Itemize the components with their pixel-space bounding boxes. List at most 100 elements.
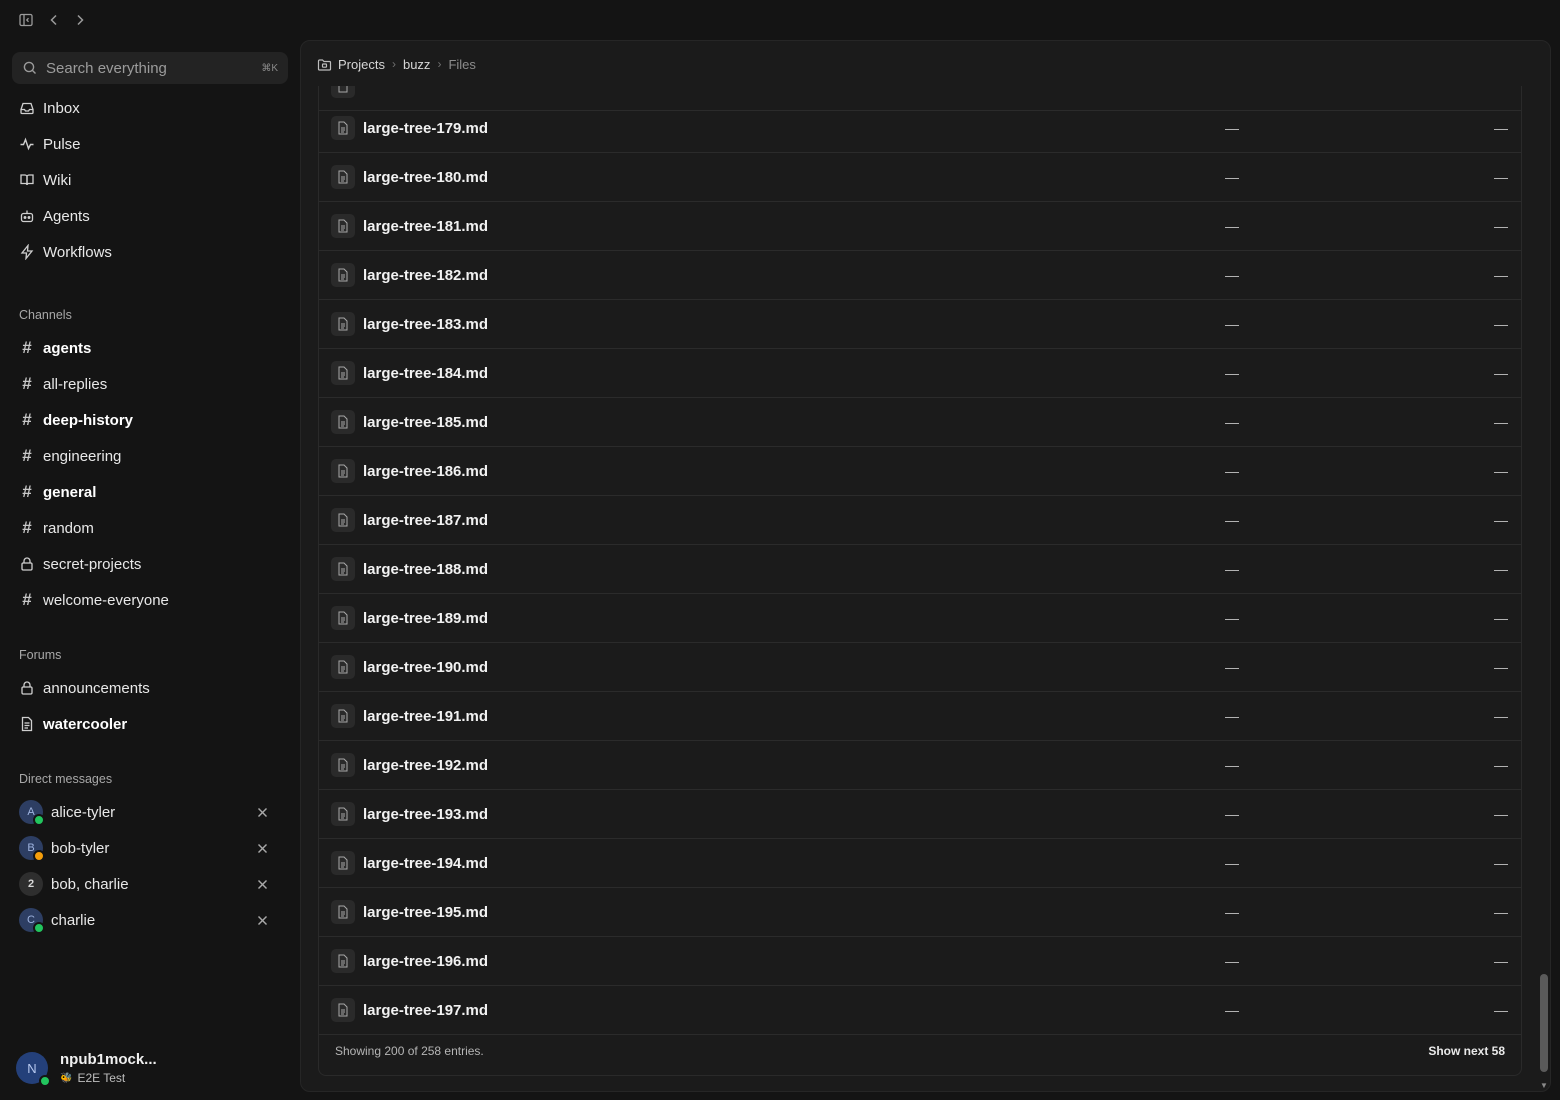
file-cell: — <box>1494 757 1508 773</box>
table-row[interactable]: large-tree-187.md — — <box>319 496 1521 545</box>
scroll-down-icon[interactable]: ▼ <box>1540 1082 1548 1090</box>
file-name[interactable]: large-tree-180.md <box>363 169 488 186</box>
lock-icon <box>19 556 35 572</box>
table-row[interactable]: large-tree-185.md — — <box>319 398 1521 447</box>
breadcrumb-projects[interactable]: Projects <box>338 57 385 72</box>
sidebar-toggle-icon[interactable] <box>16 10 36 30</box>
table-row[interactable]: large-tree-189.md — — <box>319 594 1521 643</box>
table-row[interactable]: large-tree-196.md — — <box>319 937 1521 986</box>
user-profile[interactable]: N npub1mock... 🐝 E2E Test <box>16 1048 286 1088</box>
close-icon[interactable] <box>254 840 270 856</box>
user-name: npub1mock... <box>60 1051 157 1068</box>
lock-icon <box>19 680 35 696</box>
forums-heading: Forums <box>19 648 62 662</box>
close-icon[interactable] <box>254 804 270 820</box>
table-row[interactable]: large-tree-183.md — — <box>319 300 1521 349</box>
file-name[interactable]: large-tree-195.md <box>363 904 488 921</box>
channel-deep-history[interactable]: # deep-history <box>12 404 288 436</box>
table-row[interactable]: large-tree-192.md — — <box>319 741 1521 790</box>
file-name[interactable]: large-tree-184.md <box>363 365 488 382</box>
table-row[interactable]: large-tree-194.md — — <box>319 839 1521 888</box>
hash-icon: # <box>22 590 32 609</box>
file-name[interactable]: large-tree-189.md <box>363 610 488 627</box>
channel-agents[interactable]: # agents <box>12 332 288 364</box>
chevron-right-icon[interactable] <box>70 10 90 30</box>
dm-item[interactable]: Aalice-tyler <box>12 796 288 828</box>
table-row[interactable]: large-tree-193.md — — <box>319 790 1521 839</box>
table-row[interactable]: large-tree-190.md — — <box>319 643 1521 692</box>
table-row[interactable]: large-tree-179.md — — <box>319 104 1521 153</box>
file-name[interactable]: large-tree-197.md <box>363 1002 488 1019</box>
avatar: B <box>19 836 45 862</box>
file-cell: — <box>1225 561 1239 577</box>
channel-secret-projects[interactable]: secret-projects <box>12 548 288 580</box>
forum-announcements[interactable]: announcements <box>12 672 288 704</box>
file-name[interactable]: large-tree-186.md <box>363 463 488 480</box>
channel-general[interactable]: # general <box>12 476 288 508</box>
dm-item[interactable]: Bbob-tyler <box>12 832 288 864</box>
file-cell: — <box>1225 316 1239 332</box>
file-cell: — <box>1225 659 1239 675</box>
forum-watercooler[interactable]: watercooler <box>12 708 288 740</box>
file-cell: — <box>1494 806 1508 822</box>
scrollbar-thumb[interactable] <box>1540 974 1548 1072</box>
scrollbar[interactable]: ▼ <box>1538 84 1550 1092</box>
table-row[interactable]: large-tree-191.md — — <box>319 692 1521 741</box>
breadcrumb-buzz[interactable]: buzz <box>403 57 430 72</box>
file-cell: — <box>1494 169 1508 185</box>
file-name[interactable]: large-tree-190.md <box>363 659 488 676</box>
breadcrumb-files: Files <box>448 56 476 72</box>
nav-item-agents[interactable]: Agents <box>12 200 288 232</box>
file-name[interactable]: large-tree-192.md <box>363 757 488 774</box>
entries-status: Showing 200 of 258 entries. <box>335 1044 484 1058</box>
nav-item-workflows[interactable]: Workflows <box>12 236 288 268</box>
file-name[interactable]: large-tree-181.md <box>363 218 488 235</box>
status-dot <box>33 850 45 862</box>
channel-label: random <box>43 519 94 537</box>
file-icon <box>331 86 355 98</box>
file-cell: — <box>1494 316 1508 332</box>
table-row[interactable]: large-tree-195.md — — <box>319 888 1521 937</box>
channel-all-replies[interactable]: # all-replies <box>12 368 288 400</box>
nav-item-inbox[interactable]: Inbox <box>12 92 288 124</box>
file-name[interactable]: large-tree-187.md <box>363 512 488 529</box>
file-name[interactable]: large-tree-188.md <box>363 561 488 578</box>
channel-random[interactable]: # random <box>12 512 288 544</box>
channel-welcome-everyone[interactable]: # welcome-everyone <box>12 584 288 616</box>
file-name[interactable]: large-tree-196.md <box>363 953 488 970</box>
nav-item-pulse[interactable]: Pulse <box>12 128 288 160</box>
channel-engineering[interactable]: # engineering <box>12 440 288 472</box>
file-name[interactable]: large-tree-193.md <box>363 806 488 823</box>
file-cell: — <box>1494 414 1508 430</box>
table-row[interactable]: large-tree-184.md — — <box>319 349 1521 398</box>
nav-item-wiki[interactable]: Wiki <box>12 164 288 196</box>
table-row[interactable]: large-tree-186.md — — <box>319 447 1521 496</box>
file-name[interactable]: large-tree-183.md <box>363 316 488 333</box>
search-input[interactable]: Search everything ⌘K <box>12 52 288 84</box>
dm-item[interactable]: 2 bob, charlie <box>12 868 288 900</box>
table-row[interactable]: large-tree-188.md — — <box>319 545 1521 594</box>
file-icon <box>331 704 355 728</box>
file-cell: — <box>1494 953 1508 969</box>
table-row[interactable]: large-tree-182.md — — <box>319 251 1521 300</box>
file-name[interactable]: large-tree-185.md <box>363 414 488 431</box>
table-row[interactable]: large-tree-180.md — — <box>319 153 1521 202</box>
file-name[interactable]: large-tree-194.md <box>363 855 488 872</box>
file-cell: — <box>1225 512 1239 528</box>
file-cell: — <box>1225 218 1239 234</box>
show-next-button[interactable]: Show next 58 <box>1428 1044 1505 1058</box>
chevron-left-icon[interactable] <box>44 10 64 30</box>
table-row[interactable]: large-tree-181.md — — <box>319 202 1521 251</box>
file-cell: — <box>1494 463 1508 479</box>
file-name[interactable]: large-tree-182.md <box>363 267 488 284</box>
file-icon <box>331 508 355 532</box>
close-icon[interactable] <box>254 912 270 928</box>
app-window: Search everything ⌘K Inbox Pulse Wiki Agent… <box>0 0 1560 1100</box>
close-icon[interactable] <box>254 876 270 892</box>
dm-item[interactable]: Ccharlie <box>12 904 288 936</box>
file-cell: — <box>1225 904 1239 920</box>
status-dot <box>33 922 45 934</box>
file-name[interactable]: large-tree-179.md <box>363 120 488 137</box>
file-name[interactable]: large-tree-191.md <box>363 708 488 725</box>
nav-item-label: Inbox <box>43 99 80 117</box>
